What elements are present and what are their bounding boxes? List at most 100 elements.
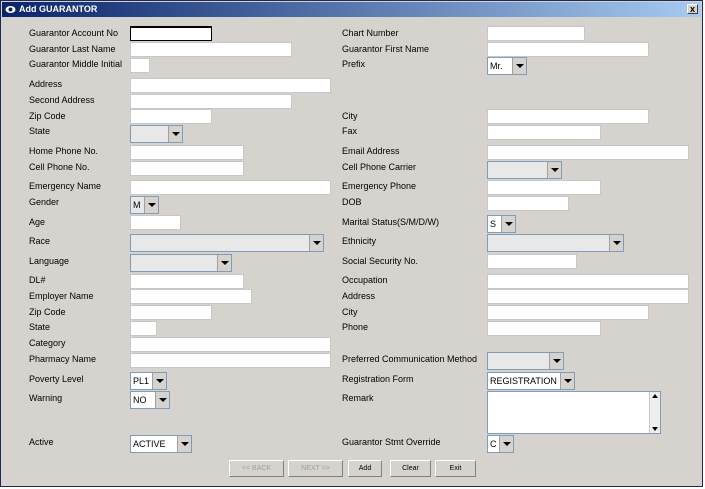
next-button[interactable]: NEXT >> — [288, 460, 343, 477]
registration-form-value: REGISTRATION — [490, 376, 557, 386]
employer-zip-field[interactable] — [130, 305, 212, 320]
label-home-phone: Home Phone No. — [29, 146, 99, 156]
label-cell-carrier: Cell Phone Carrier — [342, 162, 417, 172]
label-remark: Remark — [342, 393, 374, 403]
city-field[interactable] — [487, 109, 649, 124]
cell-carrier-select[interactable] — [487, 161, 562, 179]
label-stmt-override: Guarantor Stmt Override — [342, 437, 441, 447]
pharmacy-field[interactable] — [130, 353, 331, 368]
employer-city-field[interactable] — [487, 305, 649, 320]
chevron-down-icon[interactable] — [309, 235, 323, 251]
back-button[interactable]: << BACK — [229, 460, 284, 477]
marital-status-select[interactable]: S — [487, 215, 516, 233]
label-city: City — [342, 111, 358, 121]
label-employer-zip: Zip Code — [29, 307, 66, 317]
label-employer-city: City — [342, 307, 358, 317]
category-field[interactable] — [130, 337, 331, 352]
emergency-name-field[interactable] — [130, 180, 331, 195]
chevron-down-icon[interactable] — [547, 162, 561, 178]
gender-select[interactable]: M — [130, 196, 159, 214]
active-select[interactable]: ACTIVE — [130, 435, 192, 453]
chevron-down-icon[interactable] — [152, 373, 166, 389]
chevron-down-icon[interactable] — [609, 235, 623, 251]
ssn-field[interactable] — [487, 254, 577, 269]
stmt-override-select[interactable]: C — [487, 435, 514, 453]
address-field[interactable] — [130, 78, 331, 93]
account-no-field[interactable] — [130, 26, 212, 41]
chevron-down-icon[interactable] — [501, 216, 515, 232]
preferred-comm-select[interactable] — [487, 352, 564, 370]
dob-field[interactable] — [487, 196, 569, 211]
active-value: ACTIVE — [133, 439, 166, 449]
label-employer-name: Employer Name — [29, 291, 94, 301]
dl-field[interactable] — [130, 274, 244, 289]
label-active: Active — [29, 437, 54, 447]
cell-phone-field[interactable] — [130, 161, 244, 176]
label-ethnicity: Ethnicity — [342, 236, 377, 246]
label-last-name: Guarantor Last Name — [29, 44, 116, 54]
employer-address-field[interactable] — [487, 289, 689, 304]
close-button[interactable]: x — [687, 4, 698, 14]
prefix-select[interactable]: Mr. — [487, 57, 527, 75]
label-emergency-name: Emergency Name — [29, 181, 102, 191]
title-bar: Add GUARANTOR x — [2, 2, 701, 17]
label-occupation: Occupation — [342, 275, 388, 285]
chevron-down-icon[interactable] — [217, 255, 231, 271]
warning-select[interactable]: NO — [130, 391, 170, 409]
ethnicity-select[interactable] — [487, 234, 624, 252]
email-field[interactable] — [487, 145, 689, 160]
add-button[interactable]: Add — [348, 460, 382, 477]
race-select[interactable] — [130, 234, 324, 252]
add-guarantor-window: Add GUARANTOR x Guarantor Account No Gua… — [0, 0, 703, 487]
chart-number-field[interactable] — [487, 26, 585, 41]
last-name-field[interactable] — [130, 42, 292, 57]
home-phone-field[interactable] — [130, 145, 244, 160]
chevron-down-icon[interactable] — [499, 436, 513, 452]
label-fax: Fax — [342, 126, 358, 136]
exit-button[interactable]: Exit — [435, 460, 476, 477]
chevron-down-icon[interactable] — [155, 392, 169, 408]
label-race: Race — [29, 236, 51, 246]
label-warning: Warning — [29, 393, 63, 403]
occupation-field[interactable] — [487, 274, 689, 289]
fax-field[interactable] — [487, 125, 601, 140]
chevron-down-icon[interactable] — [144, 197, 158, 213]
zip-field[interactable] — [130, 109, 212, 124]
chevron-down-icon[interactable] — [560, 373, 574, 389]
label-chart-number: Chart Number — [342, 28, 399, 38]
label-second-address: Second Address — [29, 95, 95, 105]
employer-name-field[interactable] — [130, 289, 252, 304]
label-dob: DOB — [342, 197, 362, 207]
label-state: State — [29, 126, 51, 136]
employer-phone-field[interactable] — [487, 321, 601, 336]
second-address-field[interactable] — [130, 94, 292, 109]
scroll-up-icon[interactable] — [652, 394, 658, 398]
label-category: Category — [29, 338, 66, 348]
poverty-level-select[interactable]: PL1 — [130, 372, 167, 390]
middle-initial-field[interactable] — [130, 58, 150, 73]
state-select[interactable] — [130, 125, 183, 143]
chevron-down-icon[interactable] — [168, 126, 182, 142]
employer-state-field[interactable] — [130, 321, 157, 336]
label-employer-address: Address — [342, 291, 376, 301]
chevron-down-icon[interactable] — [512, 58, 526, 74]
registration-form-select[interactable]: REGISTRATION — [487, 372, 575, 390]
language-select[interactable] — [130, 254, 232, 272]
stmt-override-value: C — [490, 439, 497, 449]
label-employer-phone: Phone — [342, 322, 369, 332]
label-prefix: Prefix — [342, 59, 366, 69]
label-first-name: Guarantor First Name — [342, 44, 430, 54]
form-body: Guarantor Account No Guarantor Last Name… — [3, 19, 700, 485]
clear-button[interactable]: Clear — [390, 460, 431, 477]
scroll-down-icon[interactable] — [652, 427, 658, 431]
window-title: Add GUARANTOR — [19, 4, 98, 14]
remark-textarea[interactable] — [487, 391, 661, 434]
warning-value: NO — [133, 395, 147, 405]
emergency-phone-field[interactable] — [487, 180, 601, 195]
remark-scrollbar[interactable] — [649, 392, 660, 433]
age-field[interactable] — [130, 215, 181, 230]
first-name-field[interactable] — [487, 42, 649, 57]
chevron-down-icon[interactable] — [177, 436, 191, 452]
chevron-down-icon[interactable] — [549, 353, 563, 369]
label-employer-state: State — [29, 322, 51, 332]
